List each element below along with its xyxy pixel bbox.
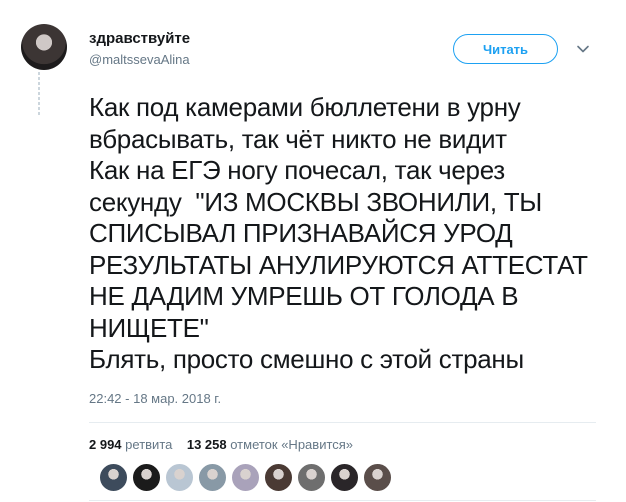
retweets-stat[interactable]: 2 994 ретвита (89, 437, 176, 452)
tweet-timestamp[interactable]: 22:42 - 18 мар. 2018 г. (89, 391, 221, 406)
liker-avatar-2[interactable] (132, 463, 161, 492)
liker-avatar-1[interactable] (99, 463, 128, 492)
likes-label: отметок «Нравится» (230, 437, 354, 452)
author-avatar[interactable] (21, 24, 67, 70)
liker-avatar-5[interactable] (231, 463, 260, 492)
follow-button[interactable]: Читать (453, 34, 558, 64)
liker-avatar-8[interactable] (330, 463, 359, 492)
liker-avatar-3[interactable] (165, 463, 194, 492)
author-display-name[interactable]: здравствуйте (89, 30, 190, 47)
liker-avatar-9[interactable] (363, 463, 392, 492)
likes-count: 13 258 (186, 437, 227, 452)
chevron-down-icon[interactable] (576, 42, 590, 56)
tweet-text: Как под камерами бюллетени в урну вбрасы… (89, 92, 588, 374)
tweet-stats: 2 994 ретвита 13 258 отметок «Нравится» (89, 437, 353, 452)
retweets-label: ретвита (125, 437, 173, 452)
likes-stat[interactable]: 13 258 отметок «Нравится» (187, 437, 353, 452)
liker-avatar-7[interactable] (297, 463, 326, 492)
divider-bottom (89, 500, 596, 501)
liker-avatar-4[interactable] (198, 463, 227, 492)
thread-rail (38, 72, 40, 116)
liker-avatar-6[interactable] (264, 463, 293, 492)
likers-row (99, 463, 392, 492)
author-handle[interactable]: @maltssevaAlina (89, 52, 190, 67)
divider-top (89, 422, 596, 423)
retweets-count: 2 994 (89, 437, 122, 452)
